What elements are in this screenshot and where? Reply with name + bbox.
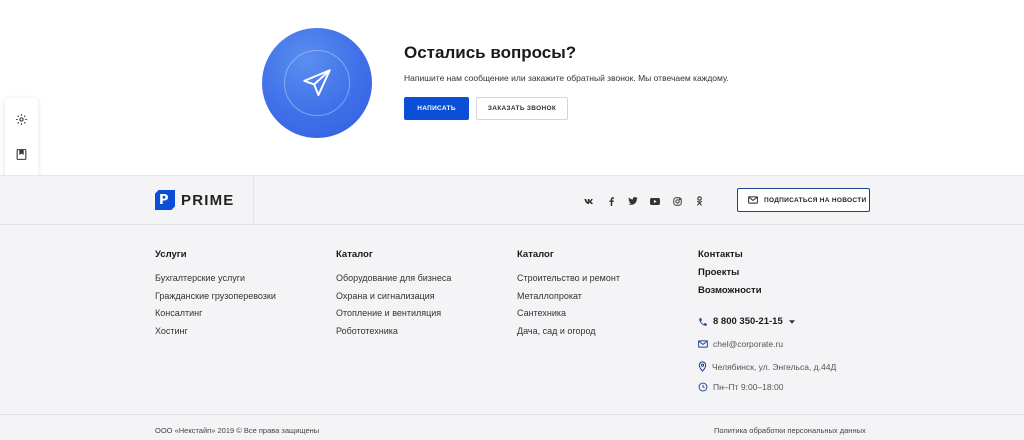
clock-icon	[698, 382, 708, 392]
phone-row[interactable]: 8 800 350-21-15	[698, 316, 800, 327]
footer-link[interactable]: Оборудование для бизнеса	[336, 270, 451, 288]
footer-column-links: Контакты Проекты Возможности	[698, 249, 762, 303]
footer-column-catalog-2: Каталог Строительство и ремонт Металлопр…	[517, 249, 620, 340]
youtube-icon[interactable]	[644, 195, 666, 207]
instagram-icon[interactable]	[666, 195, 688, 207]
footer-link[interactable]: Хостинг	[155, 323, 276, 341]
footer-link[interactable]: Гражданские грузоперевозки	[155, 288, 276, 306]
footer-link[interactable]: Отопление и вентиляция	[336, 305, 451, 323]
column-title[interactable]: Каталог	[517, 249, 620, 260]
email-row[interactable]: chel@corporate.ru	[698, 339, 783, 349]
footer-column-services: Услуги Бухгалтерские услуги Гражданские …	[155, 249, 276, 340]
twitter-icon[interactable]	[622, 195, 644, 207]
features-link[interactable]: Возможности	[698, 285, 762, 303]
questions-subtitle: Напишите нам сообщение или закажите обра…	[404, 73, 729, 83]
contacts-link[interactable]: Контакты	[698, 249, 762, 267]
working-hours: Пн–Пт 9:00–18:00	[713, 382, 784, 392]
hours-row: Пн–Пт 9:00–18:00	[698, 382, 783, 392]
footer-link[interactable]: Бухгалтерские услуги	[155, 270, 276, 288]
copyright-text: ООО «Некстайп» 2019 © Все права защищены	[155, 426, 320, 435]
subscribe-news-button[interactable]: ПОДПИСАТЬСЯ НА НОВОСТИ	[737, 188, 870, 212]
email-address: chel@corporate.ru	[713, 339, 784, 349]
social-links	[578, 195, 710, 207]
settings-icon[interactable]	[15, 113, 28, 126]
logo-mark: P	[155, 190, 175, 210]
projects-link[interactable]: Проекты	[698, 267, 762, 285]
footer-link[interactable]: Консалтинг	[155, 305, 276, 323]
logo[interactable]: P PRIME	[155, 190, 235, 210]
vk-icon[interactable]	[578, 195, 600, 207]
footer-link[interactable]: Дача, сад и огород	[517, 323, 620, 341]
privacy-policy-link[interactable]: Политика обработки персональных данных	[714, 426, 866, 435]
footer-column-catalog-1: Каталог Оборудование для бизнеса Охрана …	[336, 249, 451, 340]
mail-icon	[748, 196, 758, 204]
facebook-icon[interactable]	[600, 195, 622, 207]
write-button[interactable]: НАПИСАТЬ	[404, 97, 469, 120]
footer-top-bar: P PRIME ПОДПИСАТЬСЯ НА НОВОСТИ	[0, 176, 1024, 225]
questions-title: Остались вопросы?	[404, 43, 577, 62]
footer-link[interactable]: Металлопрокат	[517, 288, 620, 306]
address-text: Челябинск, ул. Энгельса, д.44Д	[712, 361, 837, 372]
logo-text: PRIME	[181, 191, 235, 209]
column-title[interactable]: Услуги	[155, 249, 276, 260]
phone-icon	[699, 317, 707, 326]
phone-number: 8 800 350-21-15	[713, 316, 783, 327]
odnoklassniki-icon[interactable]	[688, 195, 710, 207]
bookmark-icon[interactable]	[15, 148, 28, 161]
questions-section: Остались вопросы? Напишите нам сообщение…	[0, 0, 1024, 175]
footer-link[interactable]: Охрана и сигнализация	[336, 288, 451, 306]
location-pin-icon	[698, 361, 707, 372]
footer-link[interactable]: Робототехника	[336, 323, 451, 341]
footer: P PRIME ПОДПИСАТЬСЯ НА НОВОСТИ Услуги Бу…	[0, 175, 1024, 440]
address-row: Челябинск, ул. Энгельса, д.44Д	[698, 361, 836, 372]
mail-icon	[698, 340, 708, 348]
column-title[interactable]: Каталог	[336, 249, 451, 260]
telegram-plane-icon	[303, 69, 331, 97]
telegram-circle	[262, 28, 372, 138]
chevron-down-icon[interactable]	[788, 319, 795, 324]
footer-bottom-bar: ООО «Некстайп» 2019 © Все права защищены…	[0, 414, 1024, 440]
footer-link[interactable]: Строительство и ремонт	[517, 270, 620, 288]
footer-link[interactable]: Сантехника	[517, 305, 620, 323]
order-call-button[interactable]: ЗАКАЗАТЬ ЗВОНОК	[476, 97, 568, 120]
